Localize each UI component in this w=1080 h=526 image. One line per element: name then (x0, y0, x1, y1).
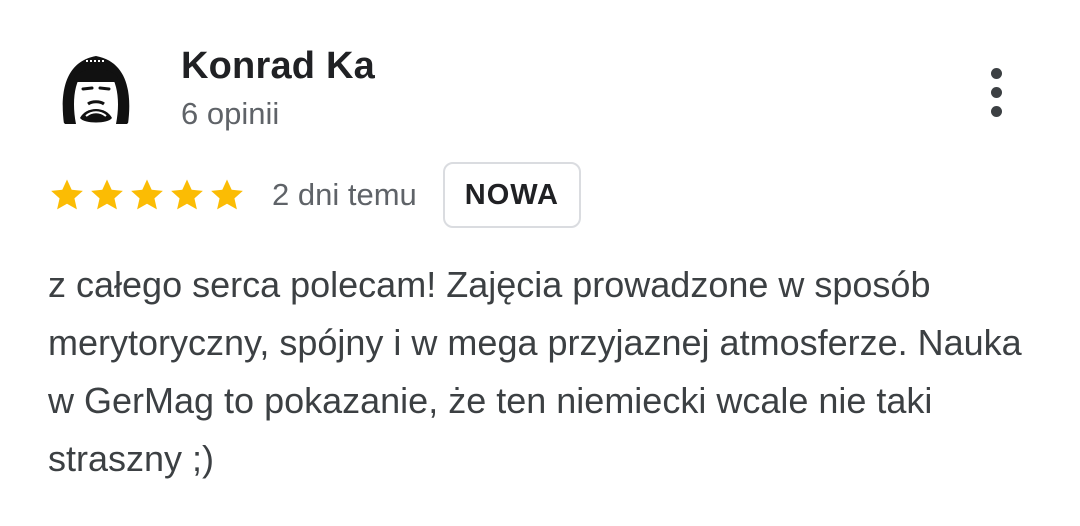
more-options-button[interactable] (972, 62, 1020, 122)
author-review-count: 6 opinii (181, 96, 280, 131)
avatar-illustration-icon (50, 44, 142, 136)
review-card: Konrad Ka 6 opinii 2 dni temu NOWA z cał… (0, 0, 1080, 526)
more-vert-icon (990, 67, 1002, 79)
more-vert-icon-dot (990, 105, 1002, 117)
avatar[interactable] (50, 44, 142, 136)
star-icon (48, 176, 86, 214)
star-icon (128, 176, 166, 214)
star-icon (88, 176, 126, 214)
review-text: z całego serca polecam! Zajęcia prowadzo… (48, 264, 1022, 479)
star-icon (168, 176, 206, 214)
more-vert-icon-dot (990, 86, 1002, 98)
author-name[interactable]: Konrad Ka (181, 42, 375, 90)
new-badge: NOWA (442, 162, 581, 228)
review-date: 2 dni temu (272, 177, 417, 212)
rating-row: 2 dni temu NOWA (48, 162, 581, 228)
star-icon (208, 176, 246, 214)
star-rating (48, 176, 246, 214)
